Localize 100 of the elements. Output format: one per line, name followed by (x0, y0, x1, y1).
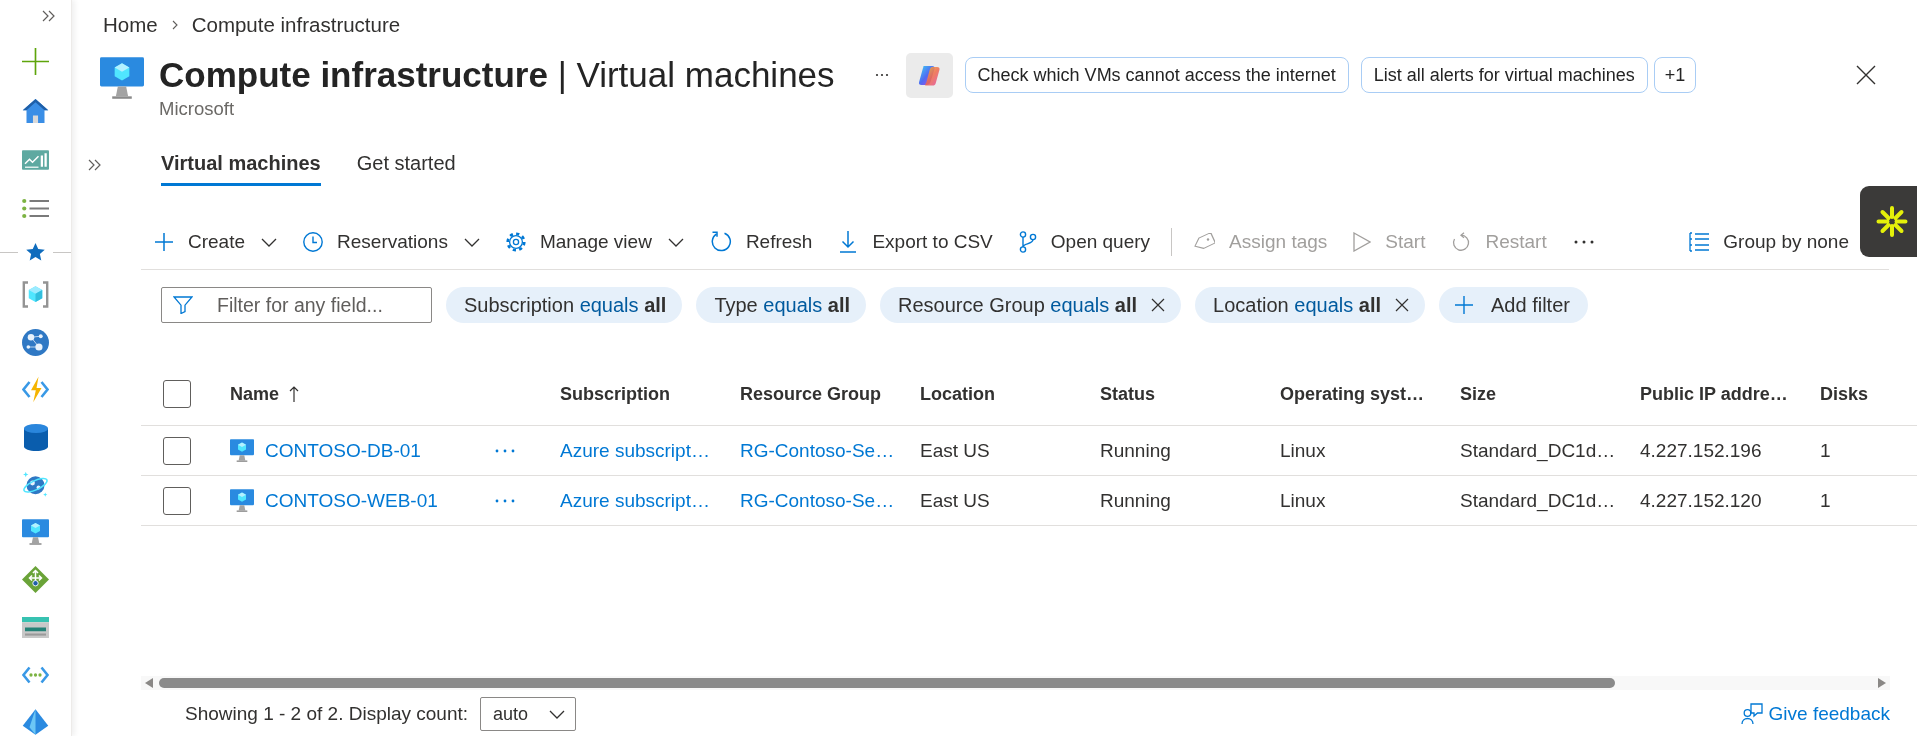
column-header[interactable]: Location (920, 383, 995, 405)
plus-icon (154, 232, 174, 252)
column-header[interactable]: Public IP addre… (1640, 383, 1788, 405)
table-cell: 4.227.152.196 (1640, 439, 1762, 462)
breadcrumb-link[interactable]: Compute infrastructure (191, 13, 401, 37)
subscription-link[interactable]: Azure subscript… (560, 489, 710, 512)
column-header[interactable]: Resource Group (740, 383, 882, 405)
checkbox[interactable] (163, 486, 191, 515)
monitor-icon (230, 439, 254, 462)
expand-icon[interactable] (88, 158, 102, 171)
tag-icon (1193, 233, 1216, 251)
circular-arrow-icon (1451, 232, 1472, 252)
subscription-link[interactable]: Azure subscript… (560, 439, 710, 462)
checkbox[interactable] (163, 436, 191, 465)
breadcrumb-link[interactable]: Home (103, 13, 158, 37)
monitor-icon[interactable] (22, 519, 49, 546)
chevron-down-icon (261, 237, 278, 247)
close-icon[interactable] (1151, 298, 1166, 312)
download-icon (838, 231, 859, 253)
toolbar-button[interactable]: Export to CSV (825, 222, 1006, 262)
pyramid-icon[interactable] (22, 709, 49, 736)
chevron-right-icon (171, 20, 178, 30)
triangle-left-icon[interactable] (145, 678, 153, 688)
storage-icon[interactable] (22, 616, 49, 638)
list-icon (1689, 232, 1710, 252)
suggestion-chip[interactable]: List all alerts for virtual machines (1360, 57, 1648, 93)
circular-arrow-icon (709, 231, 732, 253)
column-header[interactable]: Disks (1820, 383, 1869, 405)
add-filter-button[interactable]: Add filter (1439, 287, 1588, 323)
table-cell: Linux (1280, 439, 1326, 462)
star-icon[interactable] (26, 243, 45, 261)
table-cell: 1 (1820, 439, 1831, 462)
database-icon[interactable] (23, 423, 48, 451)
suggestion-chip[interactable]: Check which VMs cannot access the internet (964, 57, 1349, 93)
triangle-right-icon[interactable] (1878, 678, 1886, 688)
feedback-icon (1740, 703, 1763, 725)
gradient-ribbon-icon[interactable] (905, 52, 953, 98)
home-icon[interactable] (22, 97, 49, 124)
dotted-brackets-icon[interactable] (22, 665, 49, 684)
close-icon[interactable] (1395, 298, 1409, 312)
chevron-down-icon (667, 237, 684, 247)
starburst-icon[interactable] (1860, 186, 1917, 257)
dashboard-chart-icon[interactable] (22, 149, 49, 170)
checkbox[interactable] (163, 380, 191, 408)
expand-icon[interactable] (42, 9, 56, 22)
page-subtitle: Microsoft (159, 98, 236, 120)
filter-pill[interactable]: Subscription equals all (446, 287, 683, 323)
plus-icon[interactable] (22, 48, 49, 75)
lightning-bolt-icon[interactable] (22, 376, 49, 404)
diamond-arrows-icon[interactable] (22, 566, 49, 594)
planet-icon[interactable] (22, 471, 49, 499)
table-cell: 1 (1820, 489, 1831, 512)
branch-icon (1018, 231, 1037, 253)
funnel-icon (173, 296, 193, 314)
table-cell: Running (1100, 439, 1171, 462)
toolbar-button[interactable]: Create (141, 222, 291, 262)
resource-group-link[interactable]: RG-Contoso-Se… (740, 439, 895, 462)
more-suggestions-chip[interactable]: +1 (1653, 57, 1697, 93)
filter-pill[interactable]: Type equals all (696, 287, 867, 323)
column-header[interactable]: Name (230, 383, 300, 405)
table-cell: East US (920, 439, 990, 462)
vm-name-link[interactable]: CONTOSO-WEB-01 (265, 489, 438, 512)
tab[interactable]: Virtual machines (161, 143, 321, 186)
table-cell: 4.227.152.120 (1640, 489, 1762, 512)
table-cell: East US (920, 489, 990, 512)
toolbar-button[interactable]: Group by none (1676, 222, 1855, 262)
more-icon[interactable] (874, 73, 889, 77)
cube-brackets-icon[interactable] (22, 281, 49, 309)
table-cell: Linux (1280, 489, 1326, 512)
table-cell: Standard_DC1d… (1460, 439, 1616, 462)
tab[interactable]: Get started (356, 143, 456, 186)
toolbar-button[interactable]: Refresh (696, 222, 826, 262)
paging-summary: Showing 1 - 2 of 2. Display count: (185, 703, 469, 725)
toolbar-button[interactable]: Manage view (492, 222, 697, 262)
clock-icon (303, 232, 324, 252)
filter-pill[interactable]: Location equals all (1195, 287, 1425, 323)
display-count-dropdown[interactable]: auto (480, 697, 577, 731)
toolbar-button[interactable]: Open query (1005, 222, 1164, 262)
plus-icon (1455, 296, 1473, 314)
monitor-icon (230, 489, 254, 512)
column-header[interactable]: Subscription (560, 383, 670, 405)
column-header[interactable]: Size (1460, 383, 1497, 405)
nodes-circle-icon[interactable] (22, 328, 49, 356)
chevron-down-icon (463, 237, 480, 247)
gear-icon (505, 232, 526, 252)
feedback-link[interactable]: Give feedback (1740, 703, 1890, 725)
monitor-icon (100, 57, 144, 99)
column-header[interactable]: Operating syst… (1280, 383, 1425, 405)
close-icon[interactable] (1856, 65, 1876, 85)
filter-pill[interactable]: Resource Group equals all (880, 287, 1182, 323)
page-title: Compute infrastructure | Virtual machines (159, 55, 835, 95)
column-header[interactable]: Status (1100, 383, 1155, 405)
filter-field[interactable]: Filter for any field... (161, 287, 432, 323)
table-cell: Standard_DC1d… (1460, 489, 1616, 512)
more-icon[interactable] (1573, 240, 1594, 244)
vm-name-link[interactable]: CONTOSO-DB-01 (265, 439, 421, 462)
toolbar-button[interactable]: Reservations (290, 222, 493, 262)
play-icon (1353, 232, 1372, 252)
list-icon[interactable] (22, 198, 49, 219)
resource-group-link[interactable]: RG-Contoso-Se… (740, 489, 895, 512)
